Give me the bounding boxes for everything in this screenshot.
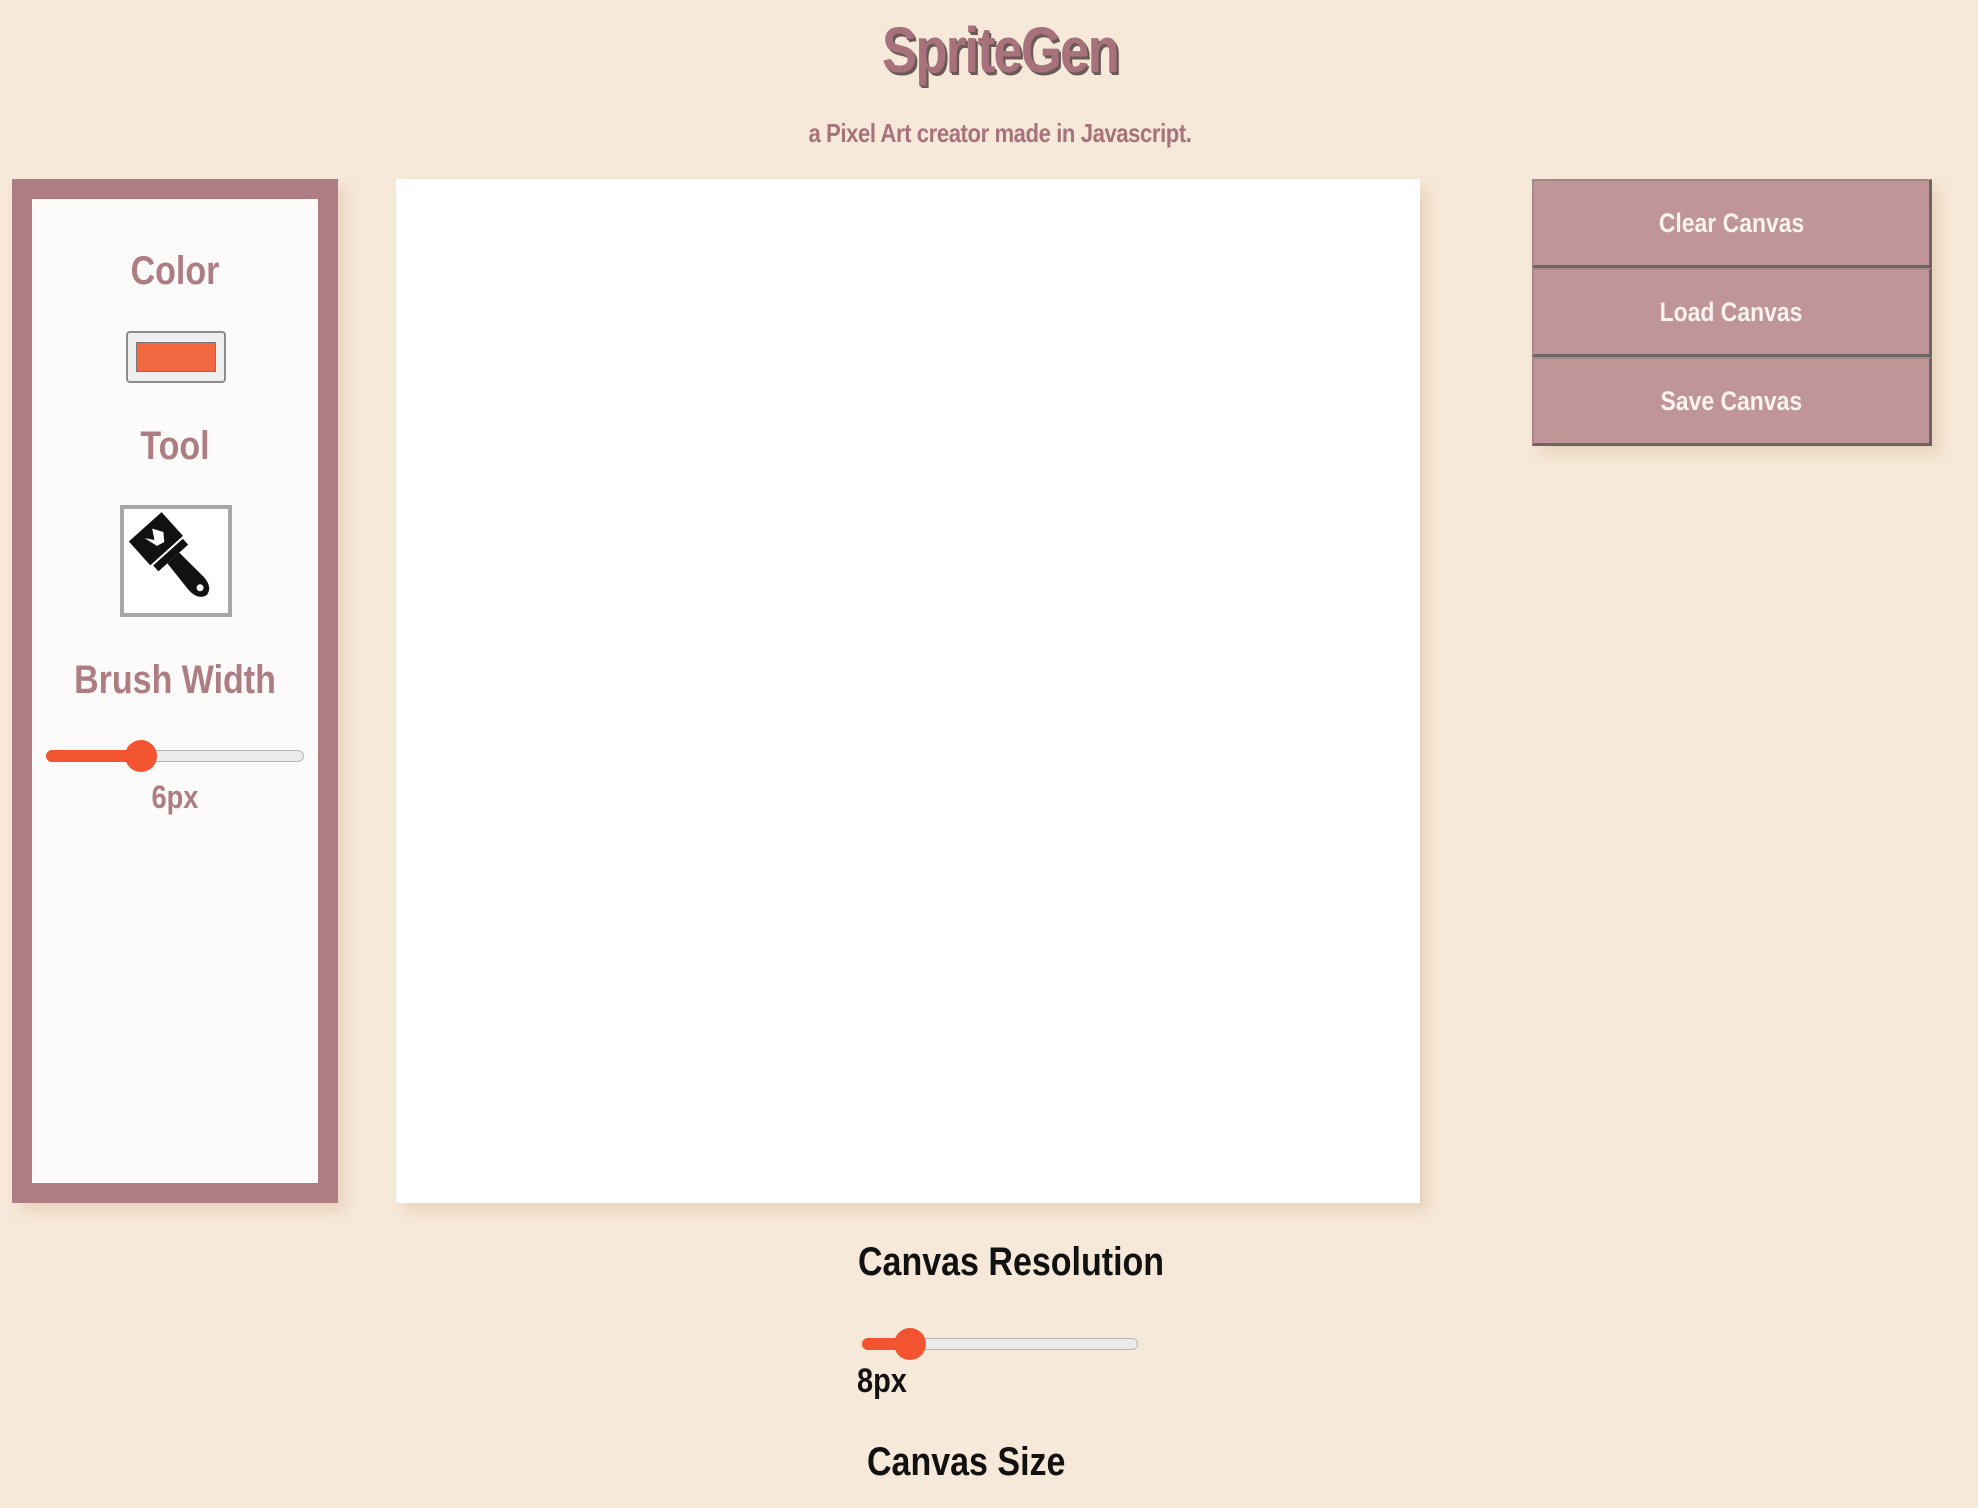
save-canvas-button[interactable]: Save Canvas — [1532, 357, 1932, 446]
app-subtitle: a Pixel Art creator made in Javascript. — [808, 118, 1192, 148]
slider-thumb[interactable] — [893, 1328, 926, 1360]
slider-thumb[interactable] — [125, 740, 158, 772]
clear-canvas-label: Clear Canvas — [1658, 208, 1805, 238]
canvas-resolution-label: Canvas Resolution — [858, 1240, 1165, 1284]
drawing-canvas[interactable] — [396, 179, 1420, 1203]
load-canvas-button[interactable]: Load Canvas — [1532, 268, 1932, 357]
save-canvas-label: Save Canvas — [1660, 386, 1803, 416]
brush-width-value: 6px — [151, 779, 199, 815]
color-label: Color — [130, 249, 220, 293]
clear-canvas-button[interactable]: Clear Canvas — [1532, 179, 1932, 268]
paint-brush-icon — [128, 512, 210, 597]
toolbar-inner: Color Tool Brush Width 6px — [32, 199, 318, 1183]
canvas-resolution-value: 8px — [857, 1362, 907, 1400]
load-canvas-label: Load Canvas — [1660, 297, 1803, 327]
toolbar-panel: Color Tool Brush Width 6px — [12, 179, 338, 1203]
canvas-size-label: Canvas Size — [867, 1440, 1066, 1484]
color-swatch — [136, 342, 216, 372]
tool-button[interactable] — [120, 505, 232, 617]
tool-label: Tool — [140, 424, 210, 468]
action-panel: Clear Canvas Load Canvas Save Canvas — [1532, 179, 1932, 446]
canvas-resolution-slider[interactable] — [862, 1328, 1138, 1360]
color-picker[interactable] — [126, 331, 226, 383]
brush-width-label: Brush Width — [74, 658, 276, 702]
app-title: SpriteGen — [881, 14, 1120, 86]
brush-width-slider[interactable] — [46, 740, 304, 772]
